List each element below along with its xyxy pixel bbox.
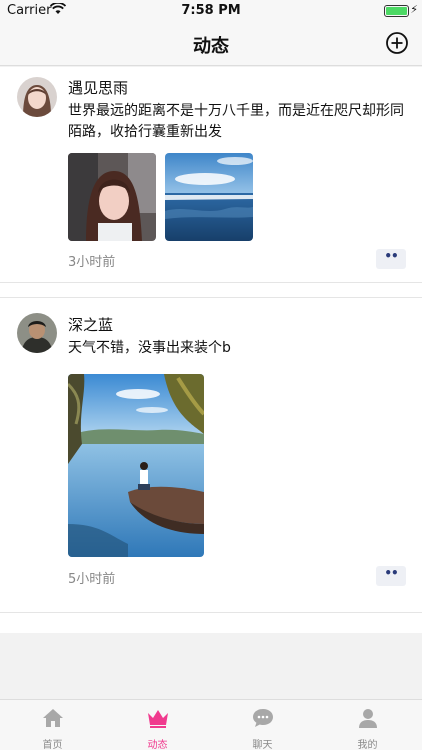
- chat-bubble-icon: [253, 709, 273, 727]
- tab-label: 我的: [357, 740, 378, 750]
- tab-moments[interactable]: 动态: [105, 700, 210, 750]
- person-icon: [359, 709, 377, 728]
- tab-label: 首页: [42, 740, 63, 750]
- author-name[interactable]: 遇见思雨: [68, 77, 128, 98]
- navigation-bar: 动态: [0, 22, 422, 66]
- screen: Carrier 7:58 PM ⚡ 动态 遇见思雨 世界最远的距离不是十万八千里…: [0, 0, 422, 750]
- avatar[interactable]: [17, 77, 57, 117]
- battery-icon: [384, 5, 409, 17]
- avatar[interactable]: [17, 313, 57, 353]
- feed: 遇见思雨 世界最远的距离不是十万八千里，而是近在咫尺却形同陌路，收拾行囊重新出发: [0, 67, 422, 633]
- post-time: 5小时前: [68, 572, 116, 587]
- post-text: 天气不错，没事出来装个b: [68, 340, 231, 356]
- tab-bar: 首页 动态 聊天 我的: [0, 699, 422, 750]
- post-separator: [0, 283, 422, 297]
- post-text: 世界最远的距离不是十万八千里，而是近在咫尺却形同陌路，收拾行囊重新出发: [68, 103, 404, 140]
- tab-chat[interactable]: 聊天: [210, 700, 315, 750]
- more-button[interactable]: ••: [376, 249, 406, 269]
- more-button[interactable]: ••: [376, 566, 406, 586]
- tab-profile[interactable]: 我的: [315, 700, 420, 750]
- post-card: 遇见思雨 世界最远的距离不是十万八千里，而是近在咫尺却形同陌路，收拾行囊重新出发: [0, 67, 422, 283]
- post-photo[interactable]: [68, 153, 156, 241]
- charging-icon: ⚡: [410, 3, 418, 16]
- page-title: 动态: [193, 36, 229, 57]
- clock: 7:58 PM: [181, 3, 241, 18]
- feed-footer: [0, 613, 422, 633]
- post-photo[interactable]: [68, 374, 204, 557]
- post-time: 3小时前: [68, 255, 116, 270]
- post-card: 深之蓝 天气不错，没事出来装个b 5小时前 ••: [0, 297, 422, 613]
- tab-label: 动态: [147, 740, 168, 750]
- tab-home[interactable]: 首页: [0, 700, 105, 750]
- add-post-icon[interactable]: [384, 30, 410, 56]
- tab-label: 聊天: [252, 740, 273, 750]
- post-photo[interactable]: [165, 153, 253, 241]
- author-name[interactable]: 深之蓝: [68, 314, 113, 335]
- status-bar: Carrier 7:58 PM ⚡: [0, 0, 422, 22]
- home-icon: [43, 709, 63, 727]
- crown-icon: [148, 710, 168, 728]
